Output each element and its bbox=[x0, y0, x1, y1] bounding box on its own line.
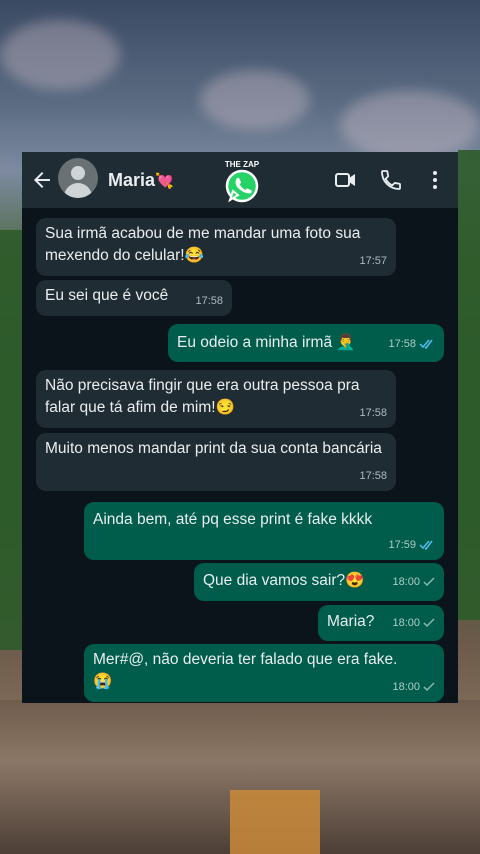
double-check-icon bbox=[419, 540, 433, 550]
avatar[interactable] bbox=[58, 158, 98, 198]
chat-window: Maria💘 THE ZAP Sua irmã acabou de me man… bbox=[22, 152, 458, 703]
message-text: Eu sei que é você bbox=[45, 287, 169, 304]
message-status: 17:58 bbox=[388, 333, 435, 355]
phone-icon[interactable] bbox=[379, 168, 403, 192]
check-icon bbox=[423, 682, 435, 692]
message-outgoing[interactable]: Eu odeio a minha irmã 🤦‍♂️ 17:58 bbox=[168, 324, 444, 362]
message-outgoing[interactable]: Que dia vamos sair?😍 18:00 bbox=[194, 563, 444, 601]
message-incoming[interactable]: Não precisava fingir que era outra pesso… bbox=[36, 370, 396, 428]
message-incoming[interactable]: Sua irmã acabou de me mandar uma foto su… bbox=[36, 218, 396, 276]
message-text: Maria? bbox=[327, 613, 375, 630]
message-outgoing[interactable]: Mer#@, não deveria ter falado que era fa… bbox=[84, 644, 444, 702]
message-time: 17:58 bbox=[195, 295, 223, 307]
video-call-icon[interactable] bbox=[334, 168, 358, 192]
heart-emoji: 💘 bbox=[155, 173, 174, 190]
message-status: 18:00 bbox=[392, 571, 435, 593]
message-text: Muito menos mandar print da sua conta ba… bbox=[45, 440, 382, 457]
message-time: 17:57 bbox=[359, 255, 387, 267]
message-text: Eu odeio a minha irmã bbox=[177, 334, 333, 351]
message-time: 17:58 bbox=[359, 407, 387, 419]
contact-name-label: Maria bbox=[108, 170, 156, 190]
message-status: 18:00 bbox=[392, 612, 435, 634]
heart-eyes-emoji: 😍 bbox=[345, 572, 365, 589]
check-icon bbox=[423, 618, 435, 628]
crying-emoji: 😭 bbox=[93, 673, 113, 690]
smirk-emoji: 😏 bbox=[215, 399, 235, 416]
message-incoming[interactable]: Eu sei que é você 17:58 bbox=[36, 280, 232, 316]
facepalm-emoji: 🤦‍♂️ bbox=[336, 334, 356, 351]
message-text: Mer#@, não deveria ter falado que era fa… bbox=[93, 651, 398, 668]
svg-text:THE ZAP: THE ZAP bbox=[225, 160, 260, 169]
message-time: 18:00 bbox=[392, 681, 420, 693]
message-time: 17:58 bbox=[359, 470, 387, 482]
message-time: 17:59 bbox=[388, 539, 416, 551]
arrow-left-icon[interactable] bbox=[30, 168, 54, 192]
the-zap-logo: THE ZAP bbox=[225, 160, 260, 203]
message-time: 18:00 bbox=[392, 576, 420, 588]
message-incoming[interactable]: Muito menos mandar print da sua conta ba… bbox=[36, 433, 396, 491]
message-text: Que dia vamos sair? bbox=[203, 572, 346, 589]
message-outgoing[interactable]: Maria? 18:00 bbox=[318, 605, 444, 641]
message-time: 18:00 bbox=[392, 617, 420, 629]
chat-header: Maria💘 THE ZAP bbox=[22, 152, 458, 208]
more-vertical-icon[interactable] bbox=[423, 168, 447, 192]
message-text: Ainda bem, até pq esse print é fake kkkk bbox=[93, 511, 373, 528]
message-text: Não precisava fingir que era outra pesso… bbox=[45, 377, 360, 416]
message-time: 17:58 bbox=[388, 338, 416, 350]
double-check-icon bbox=[419, 339, 433, 349]
message-status: 18:00 bbox=[392, 676, 435, 698]
contact-name[interactable]: Maria💘 bbox=[108, 170, 174, 191]
message-status: 17:59 bbox=[388, 534, 435, 556]
check-icon bbox=[423, 577, 435, 587]
laughing-emoji: 😂 bbox=[184, 247, 204, 264]
message-outgoing[interactable]: Ainda bem, até pq esse print é fake kkkk… bbox=[84, 502, 444, 560]
